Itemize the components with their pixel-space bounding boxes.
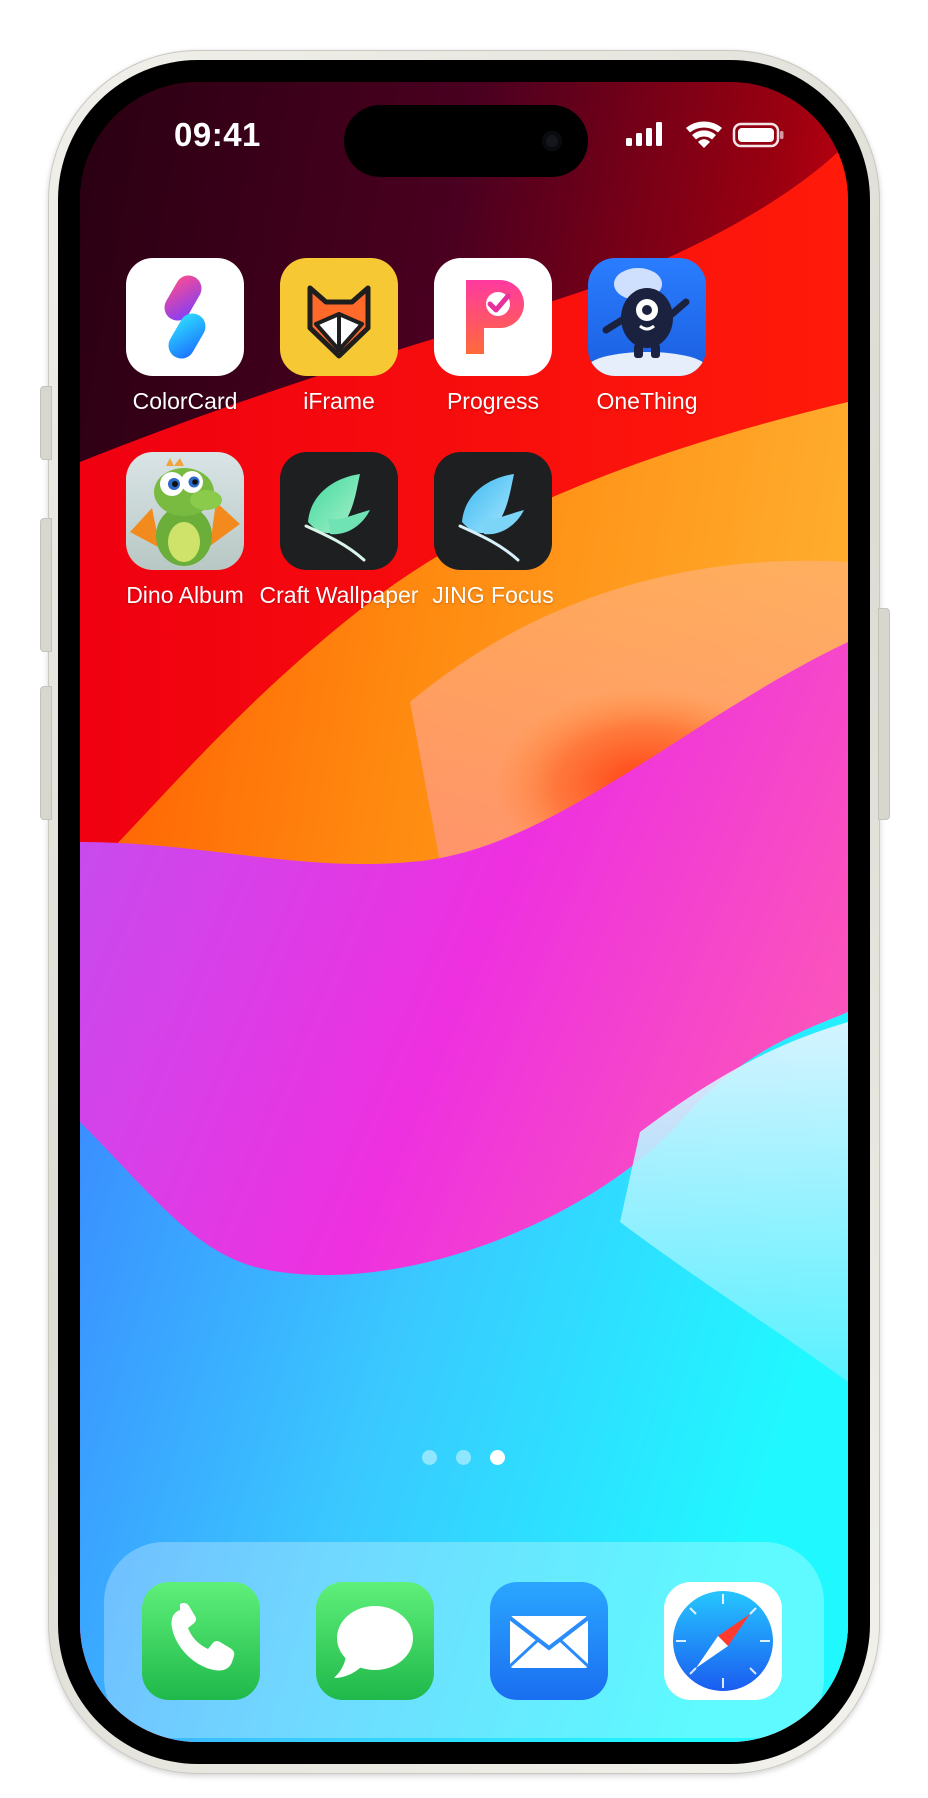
messages-icon[interactable] xyxy=(316,1582,434,1700)
page-dot-active[interactable] xyxy=(490,1450,505,1465)
app-label: OneThing xyxy=(596,388,698,414)
camera-icon xyxy=(542,131,562,151)
cellular-signal-icon xyxy=(626,122,662,146)
side-button xyxy=(878,608,890,820)
volume-up-button xyxy=(40,518,52,652)
app-label: JING Focus xyxy=(432,582,554,608)
home-screen: 09:41 ColorCard iFrame Progress OneThing… xyxy=(80,82,848,1742)
phone-icon[interactable] xyxy=(142,1582,260,1700)
status-icons xyxy=(626,120,786,150)
iframe-fox-icon xyxy=(280,258,398,376)
volume-down-button xyxy=(40,686,52,820)
dock xyxy=(104,1542,824,1738)
dino-album-icon xyxy=(126,452,244,570)
action-button xyxy=(40,386,52,460)
mail-icon[interactable] xyxy=(490,1582,608,1700)
onething-icon xyxy=(588,258,706,376)
status-time: 09:41 xyxy=(174,116,261,153)
safari-compass-icon[interactable] xyxy=(664,1582,782,1700)
page-indicator[interactable] xyxy=(422,1450,506,1466)
page-dot[interactable] xyxy=(422,1450,437,1465)
dynamic-island xyxy=(344,105,588,177)
app-jing-focus[interactable]: JING Focus xyxy=(404,452,582,622)
jing-focus-icon xyxy=(434,452,552,570)
wifi-icon xyxy=(686,121,722,148)
craft-wallpaper-icon xyxy=(280,452,398,570)
colorcard-icon xyxy=(126,258,244,376)
progress-icon xyxy=(434,258,552,376)
app-onething[interactable]: OneThing xyxy=(558,258,736,428)
battery-icon xyxy=(732,122,784,148)
page-dot[interactable] xyxy=(456,1450,471,1465)
